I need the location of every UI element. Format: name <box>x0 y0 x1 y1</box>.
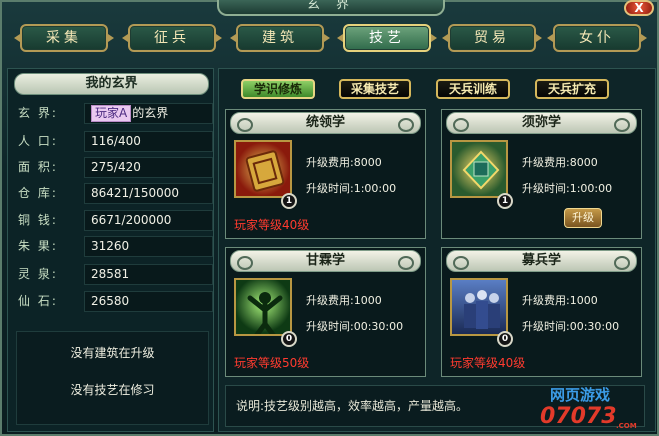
time-label: 升级时间: <box>522 320 570 333</box>
cost-label: 升级费用: <box>306 294 354 307</box>
stat-row-spring: 灵 泉: 28581 <box>14 264 213 285</box>
upgrade-button[interactable]: 升级 <box>564 208 602 228</box>
tab-training[interactable]: 天兵训练 <box>436 79 510 99</box>
nav-skills-button[interactable]: 技艺 <box>343 24 431 52</box>
skill-status: 没有技艺在修习 <box>70 383 155 397</box>
seal-icon[interactable] <box>234 140 292 198</box>
cost-line: 升级费用:8000 <box>522 154 598 170</box>
cost-value: 8000 <box>569 156 598 169</box>
stat-row-stone: 仙 石: 26580 <box>14 291 213 312</box>
stat-value: 6671/200000 <box>84 210 213 231</box>
level-badge: 1 <box>497 193 513 209</box>
building-status: 没有建筑在升级 <box>70 346 155 360</box>
time-line: 升级时间:00:30:00 <box>522 318 619 334</box>
stat-row-copper: 铜 钱: 6671/200000 <box>14 210 213 231</box>
cost-label: 升级费用: <box>306 156 354 169</box>
realm-suffix: 的玄界 <box>132 106 169 120</box>
watermark-line1: 网页游戏 <box>550 386 611 404</box>
figure-icon[interactable] <box>234 278 292 336</box>
time-line: 升级时间:1:00:00 <box>306 180 396 196</box>
watermark-line3: .COM <box>616 422 637 430</box>
player-name[interactable]: 玩家A <box>91 105 132 122</box>
stat-label: 仓 库: <box>18 186 58 200</box>
time-value: 1:00:00 <box>569 182 613 195</box>
nav-maid-button[interactable]: 女仆 <box>553 24 641 52</box>
skill-name: 募兵学 <box>446 250 637 272</box>
skill-card-sumeru: 须弥学 1 升级费用:8000 升级时间:1:00:00 升级 <box>441 109 642 239</box>
time-value: 1:00:00 <box>353 182 397 195</box>
requirement-text: 玩家等级40级 <box>450 356 526 370</box>
stat-value: 26580 <box>84 291 213 312</box>
cost-value: 8000 <box>353 156 382 169</box>
status-messages: 没有建筑在升级 没有技艺在修习 <box>16 331 209 425</box>
cost-label: 升级费用: <box>522 156 570 169</box>
tab-expansion[interactable]: 天兵扩充 <box>535 79 609 99</box>
time-label: 升级时间: <box>306 320 354 333</box>
soldiers-icon[interactable] <box>450 278 508 336</box>
skills-panel: 学识修炼 采集技艺 天兵训练 天兵扩充 统领学 1 升级费用:8000 升级时间… <box>218 68 656 432</box>
level-badge: 0 <box>281 331 297 347</box>
watermark-logo: 网页游戏 07073 .COM <box>538 382 654 434</box>
time-label: 升级时间: <box>306 182 354 195</box>
realm-row: 玄 界: 玩家A 的玄界 <box>14 103 213 124</box>
realm-panel-title: 我的玄界 <box>14 73 209 95</box>
tab-gathering[interactable]: 采集技艺 <box>339 79 411 99</box>
stat-row-area: 面 积: 275/420 <box>14 157 213 178</box>
stat-row-fruit: 朱 果: 31260 <box>14 236 213 257</box>
requirement-text: 玩家等级40级 <box>234 218 310 232</box>
watermark-line2: 07073 <box>540 404 617 429</box>
cost-value: 1000 <box>569 294 598 307</box>
stat-value: 275/420 <box>84 157 213 178</box>
stat-label: 仙 石: <box>18 294 58 308</box>
skill-name: 统领学 <box>230 112 421 134</box>
requirement-text: 玩家等级50级 <box>234 356 310 370</box>
stat-value: 31260 <box>84 236 213 257</box>
realm-panel: 我的玄界 玄 界: 玩家A 的玄界 人 口: 116/400 面 积: 275/4… <box>7 68 214 432</box>
skill-name: 甘霖学 <box>230 250 421 272</box>
stat-row-warehouse: 仓 库: 86421/150000 <box>14 183 213 204</box>
realm-value: 玩家A 的玄界 <box>84 103 213 124</box>
stat-row-population: 人 口: 116/400 <box>14 131 213 152</box>
close-button[interactable]: X <box>624 0 654 16</box>
skill-card-rain: 甘霖学 0 升级费用:1000 升级时间:00:30:00 玩家等级50级 <box>225 247 426 377</box>
realm-label: 玄 界: <box>18 106 58 120</box>
stat-label: 人 口: <box>18 134 58 148</box>
skill-name: 须弥学 <box>446 112 637 134</box>
cost-line: 升级费用:8000 <box>306 154 382 170</box>
stat-value: 116/400 <box>84 131 213 152</box>
time-line: 升级时间:1:00:00 <box>522 180 612 196</box>
time-label: 升级时间: <box>522 182 570 195</box>
time-value: 00:30:00 <box>569 320 620 333</box>
stat-label: 灵 泉: <box>18 267 58 281</box>
stat-value: 28581 <box>84 264 213 285</box>
palace-icon[interactable] <box>450 140 508 198</box>
time-value: 00:30:00 <box>353 320 404 333</box>
tab-knowledge[interactable]: 学识修炼 <box>241 79 315 99</box>
cost-line: 升级费用:1000 <box>522 292 598 308</box>
cost-line: 升级费用:1000 <box>306 292 382 308</box>
stat-label: 面 积: <box>18 160 58 174</box>
nav-build-button[interactable]: 建筑 <box>236 24 324 52</box>
skill-card-command: 统领学 1 升级费用:8000 升级时间:1:00:00 玩家等级40级 <box>225 109 426 239</box>
nav-trade-button[interactable]: 贸易 <box>448 24 536 52</box>
top-nav: 采集 征兵 建筑 技艺 贸易 女仆 <box>14 20 650 56</box>
game-window: 玄 界 X 采集 征兵 建筑 技艺 贸易 女仆 我的玄界 玄 界: 玩家A 的玄界… <box>0 0 659 436</box>
stat-label: 铜 钱: <box>18 213 58 227</box>
cost-value: 1000 <box>353 294 382 307</box>
time-line: 升级时间:00:30:00 <box>306 318 403 334</box>
nav-gather-button[interactable]: 采集 <box>20 24 108 52</box>
cost-label: 升级费用: <box>522 294 570 307</box>
skill-card-recruit: 募兵学 0 升级费用:1000 升级时间:00:30:00 玩家等级40级 <box>441 247 642 377</box>
nav-recruit-button[interactable]: 征兵 <box>128 24 216 52</box>
stat-label: 朱 果: <box>18 239 58 253</box>
stat-value: 86421/150000 <box>84 183 213 204</box>
level-badge: 1 <box>281 193 297 209</box>
window-title: 玄 界 <box>217 0 445 16</box>
level-badge: 0 <box>497 331 513 347</box>
